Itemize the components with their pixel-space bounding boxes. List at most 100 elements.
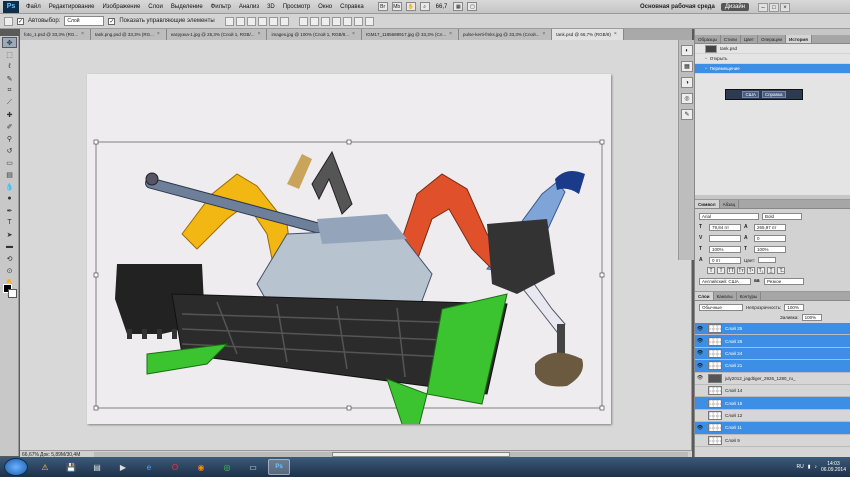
bridge-icon[interactable]: Br [377, 2, 388, 11]
close-tab-icon[interactable]: × [81, 29, 84, 40]
layer-visibility-eye-icon[interactable]: 👁 [695, 375, 705, 381]
zoom-level[interactable]: 66,7 [432, 0, 452, 14]
font-size-field[interactable]: 79,84 пт [709, 223, 741, 231]
layer-row[interactable]: 👁 july2012_jagdtiger_2926_1280_ru_ [695, 373, 850, 385]
language-indicator[interactable]: RU [796, 464, 803, 470]
shape-tool-icon[interactable]: ▬ [2, 241, 17, 252]
panel-tab[interactable]: Операции [758, 35, 787, 43]
brushes-panel-icon[interactable]: ✎ [681, 109, 693, 120]
brush-tool-icon[interactable]: ✐ [2, 121, 17, 132]
panel-tab[interactable]: Стили [721, 35, 741, 43]
menu-item[interactable]: Окно [314, 0, 336, 14]
menu-item[interactable]: Просмотр [279, 0, 314, 14]
masks-panel-icon[interactable]: ◎ [681, 93, 693, 104]
dodge-tool-icon[interactable]: ● [2, 193, 17, 204]
gradient-tool-icon[interactable]: ▤ [2, 169, 17, 180]
close-tab-icon[interactable]: × [614, 29, 617, 40]
baseline-field[interactable]: 0 пт [709, 256, 741, 264]
align-bottom-icon[interactable] [246, 16, 256, 26]
horizontal-scale-field[interactable]: 100% [754, 245, 786, 253]
blur-tool-icon[interactable]: 💧 [2, 181, 17, 192]
kerning-field[interactable] [709, 234, 741, 242]
all-caps-icon[interactable]: TT [727, 267, 735, 274]
document-tab[interactable]: pulse-kerti-fmks.jpg @ 33,3% (Слой... × [459, 29, 553, 40]
layer-row[interactable]: Слой 9 [695, 435, 850, 447]
layer-row[interactable]: 👁 Слой 26 [695, 335, 850, 348]
history-step[interactable]: ▫ Открыть [695, 54, 850, 64]
background-color-swatch[interactable] [8, 289, 17, 298]
lasso-tool-icon[interactable]: ℓ [2, 61, 17, 72]
firefox-browser-icon[interactable]: ◉ [190, 459, 212, 475]
close-tab-icon[interactable]: × [449, 29, 452, 40]
close-icon[interactable]: × [779, 2, 790, 12]
volume-icon[interactable]: ♪ [814, 464, 817, 470]
layer-visibility-eye-icon[interactable]: 👁 [695, 326, 705, 332]
distribute-right-icon[interactable] [353, 16, 363, 26]
history-snapshot[interactable]: tank.psd [695, 44, 850, 54]
document-tab[interactable]: tank.psd @ 66,7% (RGB/8) × [552, 29, 624, 40]
align-vcenter-icon[interactable] [235, 16, 245, 26]
swatches-panel-icon[interactable]: ▦ [681, 61, 693, 72]
photoshop-taskbar-icon[interactable]: Ps [268, 459, 290, 475]
chrome-browser-icon[interactable]: ◎ [216, 459, 238, 475]
layer-row[interactable]: 👁 Слой 21 [695, 360, 850, 373]
history-step[interactable]: ▫ Перемещение [695, 64, 850, 74]
align-right-icon[interactable] [279, 16, 289, 26]
menu-item[interactable]: 3D [263, 0, 279, 14]
media-player-icon[interactable]: ▶ [112, 459, 134, 475]
text-color-swatch[interactable] [758, 257, 777, 263]
align-top-icon[interactable] [224, 16, 234, 26]
document-tab[interactable]: tank.png.psd @ 33,3% (RG... × [91, 29, 167, 40]
auto-align-icon[interactable] [364, 16, 374, 26]
opacity-field[interactable]: 100% [784, 303, 805, 311]
layer-visibility-eye-icon[interactable]: 👁 [695, 363, 705, 369]
document-canvas[interactable] [87, 74, 611, 440]
quick-select-tool-icon[interactable]: ✎ [2, 73, 17, 84]
align-left-icon[interactable] [257, 16, 267, 26]
layer-row[interactable]: Слой 15 [695, 397, 850, 410]
type-tool-icon[interactable]: T [2, 217, 17, 228]
superscript-icon[interactable]: T¹ [747, 267, 755, 274]
show-controls-checkbox[interactable]: ✓ [108, 17, 116, 25]
blend-mode-select[interactable]: Обычные [699, 303, 743, 311]
close-tab-icon[interactable]: × [157, 29, 160, 40]
adjustments-panel-icon[interactable]: ◑ [681, 77, 693, 88]
3d-camera-tool-icon[interactable]: ⊙ [2, 265, 17, 276]
menu-item[interactable]: Фильтр [207, 0, 235, 14]
distribute-bottom-icon[interactable] [320, 16, 330, 26]
close-tab-icon[interactable]: × [258, 29, 261, 40]
menu-item[interactable]: Анализ [235, 0, 263, 14]
document-tab[interactable]: foto_1.psd @ 33,3% (RG... × [20, 29, 92, 40]
close-tab-icon[interactable]: × [352, 29, 355, 40]
underline-icon[interactable]: T̲ [767, 267, 775, 274]
strikethrough-icon[interactable]: T̶ [777, 267, 785, 274]
document-tab[interactable]: нагрузка-1.jpg @ 25,3% (Слой 1, RGB/... × [166, 29, 268, 40]
antialias-select[interactable]: Резкое [764, 277, 804, 285]
distribute-hcenter-icon[interactable] [342, 16, 352, 26]
language-select[interactable]: Английский: США [699, 277, 751, 285]
photoshop-logo-icon[interactable]: Ps [3, 0, 19, 13]
menu-item[interactable]: Редактирование [45, 0, 99, 14]
panel-tab[interactable]: Абзац [720, 200, 740, 208]
vertical-scale-field[interactable]: 100% [709, 245, 741, 253]
fill-field[interactable]: 100% [801, 313, 822, 321]
panel-tab[interactable]: Контуры [737, 292, 762, 300]
clock[interactable]: 14:03 06.09.2014 [821, 461, 846, 473]
font-family-select[interactable]: Arial [699, 212, 759, 220]
panel-tab[interactable]: Образцы [695, 35, 721, 43]
distribute-left-icon[interactable] [331, 16, 341, 26]
design-workspace-button[interactable]: Дизайн [720, 3, 749, 11]
pen-tool-icon[interactable]: ✒ [2, 205, 17, 216]
minimize-icon[interactable]: – [757, 2, 768, 12]
opera-browser-icon[interactable]: O [164, 459, 186, 475]
menu-item[interactable]: Справка [336, 0, 368, 14]
distribute-top-icon[interactable] [298, 16, 308, 26]
eyedropper-tool-icon[interactable]: ⟋ [2, 97, 17, 108]
3d-rotate-tool-icon[interactable]: ⟲ [2, 253, 17, 264]
crop-tool-icon[interactable]: ⌗ [2, 85, 17, 96]
internet-explorer-icon[interactable]: e [138, 459, 160, 475]
folder-app-icon[interactable]: ▭ [242, 459, 264, 475]
align-hcenter-icon[interactable] [268, 16, 278, 26]
menu-item[interactable]: Выделение [167, 0, 207, 14]
arrange-icon[interactable]: ▦ [453, 2, 464, 11]
